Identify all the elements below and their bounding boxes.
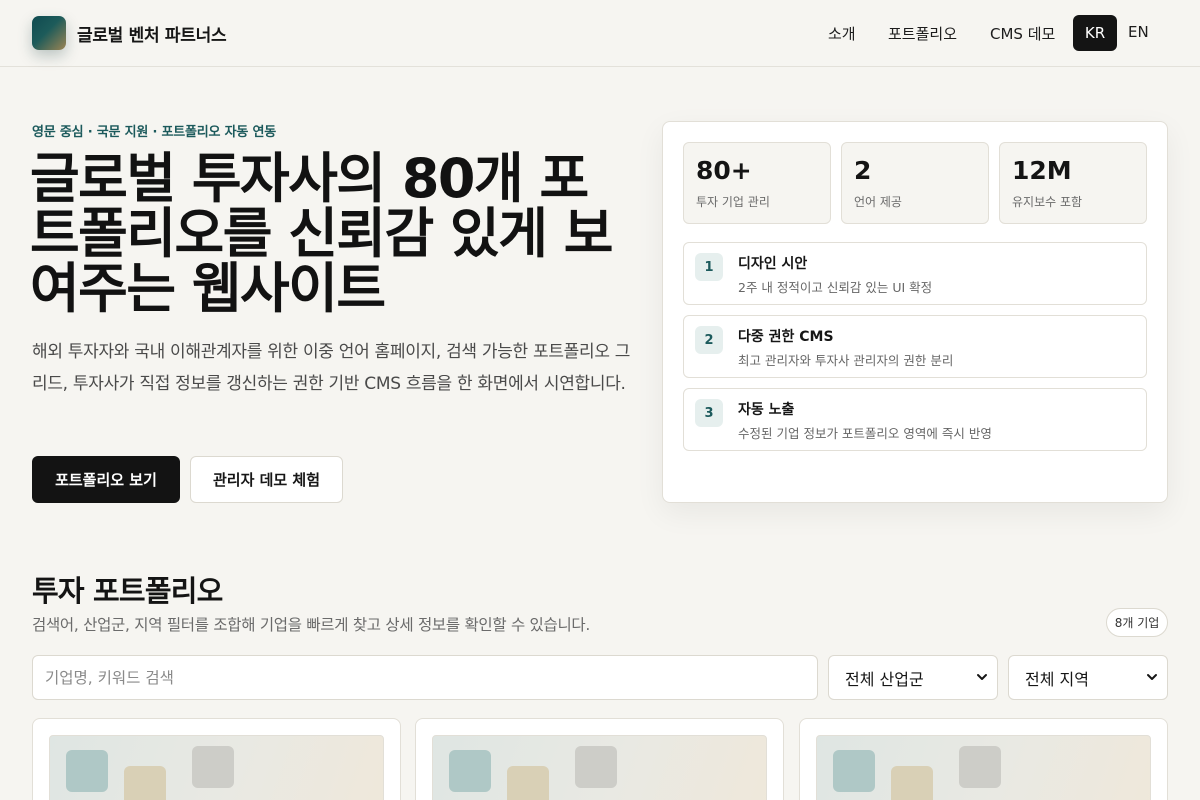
portfolio-section-description: 검색어, 산업군, 지역 필터를 조합해 기업을 빠르게 찾고 상세 정보를 확… — [32, 616, 591, 634]
feature-panel: 80+ 투자 기업 관리 2 언어 제공 12M 유지보수 포함 1 디자인 시… — [662, 121, 1168, 503]
hero-description: 해외 투자자와 국내 이해관계자를 위한 이중 언어 홈페이지, 검색 가능한 … — [32, 342, 631, 394]
site-header: 글로벌 벤처 파트너스 소개 포트폴리오 CMS 데모 KR EN — [0, 0, 1200, 67]
stat-card: 12M 유지보수 포함 — [999, 142, 1147, 224]
stat-label: 언어 제공 — [854, 195, 902, 209]
portfolio-card-thumbnail — [432, 735, 767, 800]
process-step: 2 다중 권한 CMS 최고 관리자와 투자사 관리자의 권한 분리 — [683, 315, 1147, 378]
step-title: 자동 노출 — [738, 402, 795, 418]
nav-link-cms-demo[interactable]: CMS 데모 — [990, 23, 1055, 44]
thumbnail-shape — [833, 750, 875, 792]
thumbnail-shape — [124, 766, 166, 800]
stat-value: 12M — [1012, 156, 1072, 185]
portfolio-search-input[interactable] — [32, 655, 818, 700]
portfolio-card[interactable] — [32, 718, 401, 800]
portfolio-card-thumbnail — [49, 735, 384, 800]
nav-link-about[interactable]: 소개 — [828, 23, 856, 44]
stat-value: 80+ — [696, 156, 752, 185]
stat-card: 2 언어 제공 — [841, 142, 989, 224]
thumbnail-shape — [507, 766, 549, 800]
step-title: 디자인 시안 — [738, 256, 808, 272]
portfolio-card[interactable] — [415, 718, 784, 800]
hero-title: 글로벌 투자사의 80개 포트폴리오를 신뢰감 있게 보여주는 웹사이트 — [30, 147, 613, 320]
chevron-down-icon — [977, 674, 987, 680]
company-count-badge: 8개 기업 — [1106, 608, 1168, 637]
chevron-down-icon — [1147, 674, 1157, 680]
thumbnail-shape — [449, 750, 491, 792]
admin-demo-button[interactable]: 관리자 데모 체험 — [190, 456, 343, 503]
step-number: 2 — [695, 326, 723, 354]
region-filter-select[interactable]: 전체 지역 — [1008, 655, 1168, 700]
thumbnail-shape — [575, 746, 617, 788]
step-title: 다중 권한 CMS — [738, 329, 834, 345]
region-filter-value: 전체 지역 — [1025, 669, 1089, 689]
brand-name[interactable]: 글로벌 벤처 파트너스 — [77, 21, 227, 46]
step-number: 3 — [695, 399, 723, 427]
portfolio-card[interactable] — [799, 718, 1168, 800]
hero-eyebrow: 영문 중심 · 국문 지원 · 포트폴리오 자동 연동 — [32, 125, 277, 140]
industry-filter-value: 전체 산업군 — [845, 669, 924, 689]
thumbnail-shape — [959, 746, 1001, 788]
thumbnail-shape — [66, 750, 108, 792]
industry-filter-select[interactable]: 전체 산업군 — [828, 655, 998, 700]
step-description: 2주 내 정적이고 신뢰감 있는 UI 확정 — [738, 280, 933, 295]
step-description: 최고 관리자와 투자사 관리자의 권한 분리 — [738, 353, 954, 368]
thumbnail-shape — [192, 746, 234, 788]
lang-button-kr[interactable]: KR — [1073, 15, 1117, 51]
portfolio-section-title: 투자 포트폴리오 — [32, 574, 223, 608]
nav-link-portfolio[interactable]: 포트폴리오 — [888, 23, 957, 44]
stat-value: 2 — [854, 156, 872, 185]
stat-label: 투자 기업 관리 — [696, 195, 770, 209]
stat-label: 유지보수 포함 — [1012, 195, 1083, 209]
view-portfolio-button[interactable]: 포트폴리오 보기 — [32, 456, 180, 503]
brand-logo-icon[interactable] — [32, 16, 66, 50]
process-step: 1 디자인 시안 2주 내 정적이고 신뢰감 있는 UI 확정 — [683, 242, 1147, 305]
portfolio-card-thumbnail — [816, 735, 1151, 800]
step-number: 1 — [695, 253, 723, 281]
process-step: 3 자동 노출 수정된 기업 정보가 포트폴리오 영역에 즉시 반영 — [683, 388, 1147, 451]
lang-button-en[interactable]: EN — [1128, 23, 1149, 41]
step-description: 수정된 기업 정보가 포트폴리오 영역에 즉시 반영 — [738, 426, 992, 441]
thumbnail-shape — [891, 766, 933, 800]
stat-card: 80+ 투자 기업 관리 — [683, 142, 831, 224]
